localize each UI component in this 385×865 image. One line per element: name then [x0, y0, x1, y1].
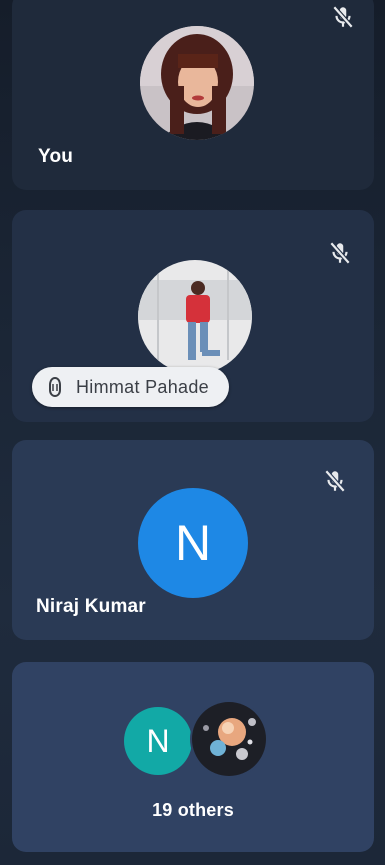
- participant-name: Himmat Pahade: [76, 376, 209, 397]
- others-count-label: 19 others: [152, 800, 234, 820]
- others-tile[interactable]: N 19 others: [12, 662, 374, 852]
- mic-off-icon: [322, 468, 348, 494]
- participant-name-pill: Himmat Pahade: [32, 367, 229, 407]
- others-avatar-photo: [190, 700, 268, 778]
- participant-tile-you[interactable]: You: [12, 0, 374, 190]
- participant-tile-niraj[interactable]: N Niraj Kumar: [12, 440, 374, 640]
- participant-name: Niraj Kumar: [36, 596, 146, 617]
- others-avatar-letter: N: [124, 707, 192, 775]
- mic-off-icon: [330, 4, 356, 30]
- hand-icon: [46, 376, 64, 398]
- participant-avatar-photo: [138, 260, 252, 374]
- participants-panel: You Himmat Pahade N Niraj Kumar N 19 oth…: [0, 0, 385, 865]
- participant-tile-himmat[interactable]: Himmat Pahade: [12, 210, 374, 422]
- participant-name: You: [38, 146, 74, 167]
- participant-avatar-letter: N: [138, 488, 248, 598]
- mic-off-icon: [327, 240, 353, 266]
- participant-avatar-photo: [140, 26, 254, 140]
